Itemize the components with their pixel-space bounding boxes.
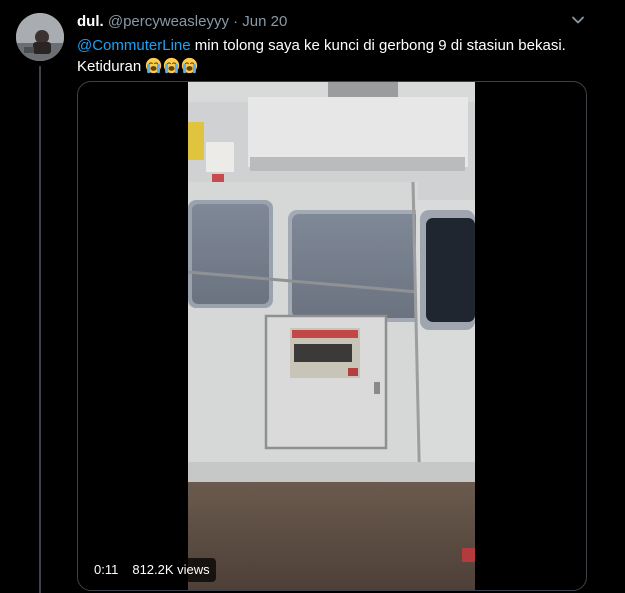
avatar-photo (16, 13, 64, 61)
user-handle[interactable]: @percyweasleyyy (108, 13, 229, 30)
video-frame (188, 82, 475, 590)
loudly-crying-face-icon (146, 57, 162, 74)
chevron-down-icon[interactable] (570, 12, 586, 28)
thread-line (39, 66, 41, 593)
mention-link[interactable]: @CommuterLine (77, 37, 191, 54)
train-interior-image (188, 82, 475, 590)
tweet-date[interactable]: Jun 20 (242, 13, 287, 30)
tweet-header: dul. @percyweasleyyy · Jun 20 (77, 12, 287, 32)
loudly-crying-face-icon (182, 57, 198, 74)
video-stats-overlay: 0:11 812.2K views (88, 558, 216, 582)
view-count: 812.2K views (132, 562, 210, 577)
tweet-body-line2: Ketiduran (77, 58, 142, 75)
display-name[interactable]: dul. (77, 13, 104, 30)
tweet-text: @CommuterLine min tolong saya ke kunci d… (77, 35, 607, 77)
video-duration: 0:11 (94, 562, 119, 577)
video-player[interactable]: 0:11 812.2K views (77, 81, 587, 591)
tweet-body: min tolong saya ke kunci di gerbong 9 di… (190, 37, 566, 54)
separator-dot: · (233, 13, 239, 30)
avatar[interactable] (16, 13, 64, 61)
loudly-crying-face-icon (164, 57, 180, 74)
